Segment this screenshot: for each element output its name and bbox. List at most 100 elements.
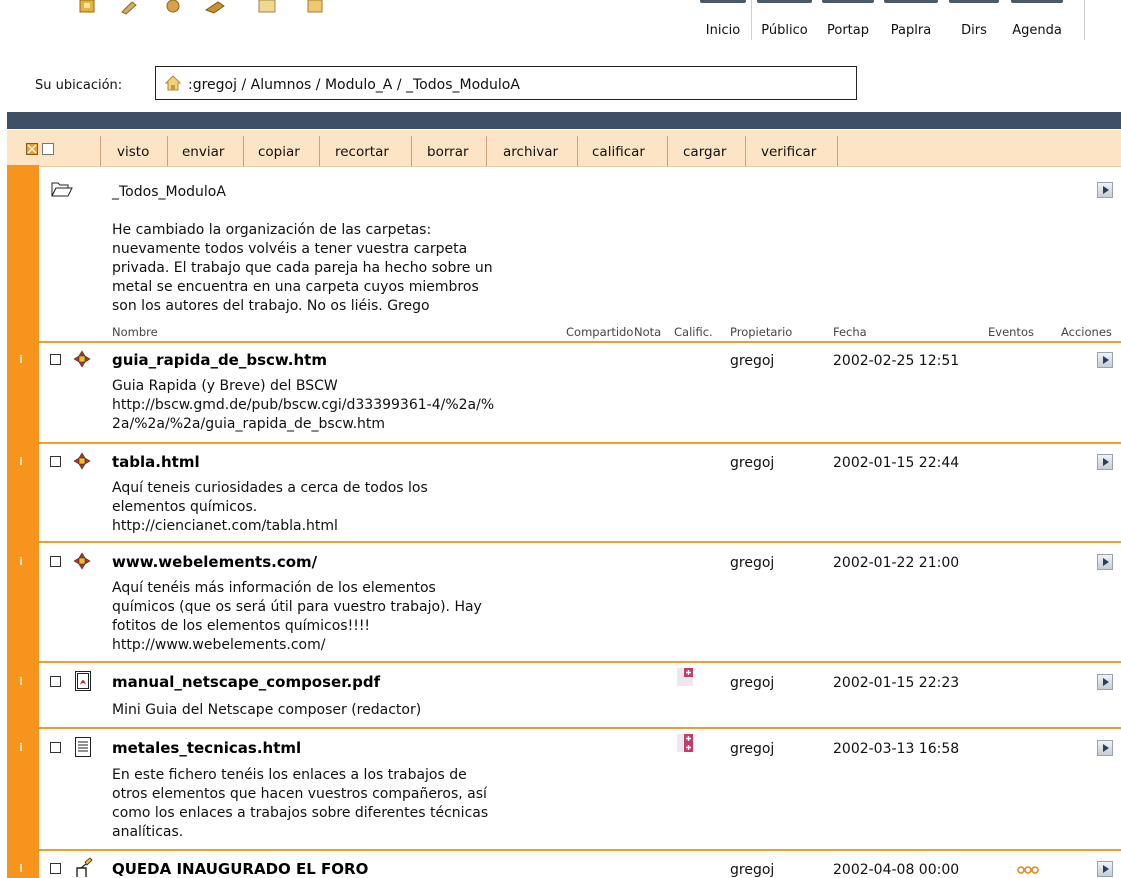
location-breadcrumb: :gregoj / Alumnos / Modulo_A / _Todos_Mo… (155, 66, 857, 100)
item-owner[interactable]: gregoj (730, 455, 774, 471)
info-icon[interactable]: i (13, 741, 29, 754)
item-description: como los enlaces a trabajos sobre difere… (112, 805, 489, 821)
item-description: http://bscw.gmd.de/pub/bscw.cgi/d3339936… (112, 397, 495, 413)
action-copiar[interactable]: copiar (258, 144, 300, 160)
select-all-icon[interactable] (26, 143, 56, 156)
item-title[interactable]: QUEDA INAUGURADO EL FORO (112, 860, 368, 878)
item-description: químicos (que os será útil para vuestro … (112, 599, 482, 615)
row-actions-button[interactable] (1097, 554, 1113, 570)
info-icon[interactable]: i (13, 455, 29, 468)
nav-paplra-button[interactable]: Paplra (882, 0, 940, 40)
tools-icon (204, 1, 225, 14)
col-propietario[interactable]: Propietario (730, 325, 792, 339)
nav-inicio-button[interactable]: Inicio (698, 0, 748, 40)
row-checkbox[interactable] (50, 354, 61, 365)
item-description: analíticas. (112, 824, 184, 840)
row-divider (39, 341, 1121, 343)
item-owner[interactable]: gregoj (730, 353, 774, 369)
row-divider (39, 661, 1121, 663)
row-checkbox[interactable] (50, 556, 61, 567)
nav-dirs-button[interactable]: Dirs (947, 0, 1001, 40)
col-calific[interactable]: Calific. (674, 325, 713, 339)
item-date: 2002-02-25 12:51 (833, 353, 960, 369)
info-icon[interactable]: i (13, 353, 29, 366)
document-icon (75, 737, 91, 757)
row-actions-button[interactable] (1097, 674, 1113, 690)
col-eventos[interactable]: Eventos (988, 325, 1034, 339)
action-enviar[interactable]: enviar (182, 144, 224, 160)
row-actions-button[interactable] (1097, 861, 1113, 877)
url-link-icon (73, 552, 91, 570)
people-icon (166, 0, 180, 13)
item-description: http://ciencianet.com/tabla.html (112, 518, 338, 534)
note-icon[interactable] (677, 668, 693, 686)
folder-name: _Todos_ModuloA (112, 184, 226, 200)
item-description: elementos químicos. (112, 499, 258, 515)
action-cargar[interactable]: cargar (683, 144, 726, 160)
col-nota[interactable]: Nota (634, 325, 661, 339)
info-icon[interactable]: i (13, 675, 29, 688)
clipboard-icon (258, 0, 276, 13)
nav-agenda-button[interactable]: Agenda (1009, 0, 1065, 40)
item-date: 2002-01-15 22:23 (833, 675, 960, 691)
col-fecha[interactable]: Fecha (833, 325, 867, 339)
row-checkbox[interactable] (50, 742, 61, 753)
item-owner[interactable]: gregoj (730, 862, 774, 878)
action-recortar[interactable]: recortar (335, 144, 389, 160)
note-icon[interactable] (677, 734, 693, 752)
toolbar-icons (79, 0, 323, 15)
item-date: 2002-01-22 21:00 (833, 555, 960, 571)
item-title[interactable]: www.webelements.com/ (112, 553, 317, 571)
col-compartido[interactable]: Compartido (566, 325, 633, 339)
col-acciones[interactable]: Acciones (1061, 325, 1112, 339)
item-date: 2002-04-08 00:00 (833, 862, 960, 878)
discussion-forum-icon (76, 857, 93, 877)
item-description: 2a/%2a/%2a/guia_rapida_de_bscw.htm (112, 416, 386, 432)
item-description: fotitos de los elementos químicos!!!! (112, 618, 371, 634)
home-icon[interactable] (164, 74, 182, 92)
nav-portap-button[interactable]: Portap (820, 0, 876, 40)
row-checkbox[interactable] (50, 456, 61, 467)
item-owner[interactable]: gregoj (730, 675, 774, 691)
item-title[interactable]: metales_tecnicas.html (112, 739, 301, 757)
info-icon[interactable]: i (13, 862, 29, 875)
row-divider (39, 442, 1121, 444)
item-title[interactable]: manual_netscape_composer.pdf (112, 673, 380, 691)
action-archivar[interactable]: archivar (503, 144, 558, 160)
toolbar-divider (1084, 0, 1085, 40)
notes-icon (307, 0, 323, 13)
item-date: 2002-03-13 16:58 (833, 741, 960, 757)
row-actions-button[interactable] (1097, 352, 1113, 368)
item-owner[interactable]: gregoj (730, 741, 774, 757)
folder-actions-button[interactable] (1097, 182, 1113, 198)
row-actions-button[interactable] (1097, 454, 1113, 470)
item-title[interactable]: guia_rapida_de_bscw.htm (112, 351, 327, 369)
accent-strip (7, 165, 39, 878)
action-calificar[interactable]: calificar (592, 144, 645, 160)
nav-publico-button[interactable]: Público (755, 0, 814, 40)
row-divider (39, 727, 1121, 729)
action-borrar[interactable]: borrar (427, 144, 469, 160)
item-description: Guia Rapida (y Breve) del BSCW (112, 378, 338, 394)
url-link-icon (73, 350, 91, 368)
item-description: Aquí teneis curiosidades a cerca de todo… (112, 480, 428, 496)
item-title[interactable]: tabla.html (112, 453, 200, 471)
header-bar (7, 112, 1121, 129)
row-actions-button[interactable] (1097, 740, 1113, 756)
item-owner[interactable]: gregoj (730, 555, 774, 571)
row-divider (39, 849, 1121, 851)
toolbar-divider (751, 0, 752, 40)
action-visto[interactable]: visto (117, 144, 149, 160)
row-checkbox[interactable] (50, 676, 61, 687)
pdf-file-icon (75, 671, 91, 691)
event-icon[interactable] (1017, 865, 1039, 875)
info-icon[interactable]: i (13, 555, 29, 568)
col-nombre[interactable]: Nombre (112, 325, 158, 339)
item-description: otros elementos que hacen vuestros compa… (112, 786, 487, 802)
action-bar: visto enviar copiar recortar borrar arch… (7, 129, 1121, 167)
item-description: Aquí tenéis más información de los eleme… (112, 580, 436, 596)
location-path[interactable]: :gregoj / Alumnos / Modulo_A / _Todos_Mo… (188, 77, 520, 93)
row-checkbox[interactable] (50, 863, 61, 874)
item-description: En este fichero tenéis los enlaces a los… (112, 767, 467, 783)
action-verificar[interactable]: verificar (761, 144, 816, 160)
